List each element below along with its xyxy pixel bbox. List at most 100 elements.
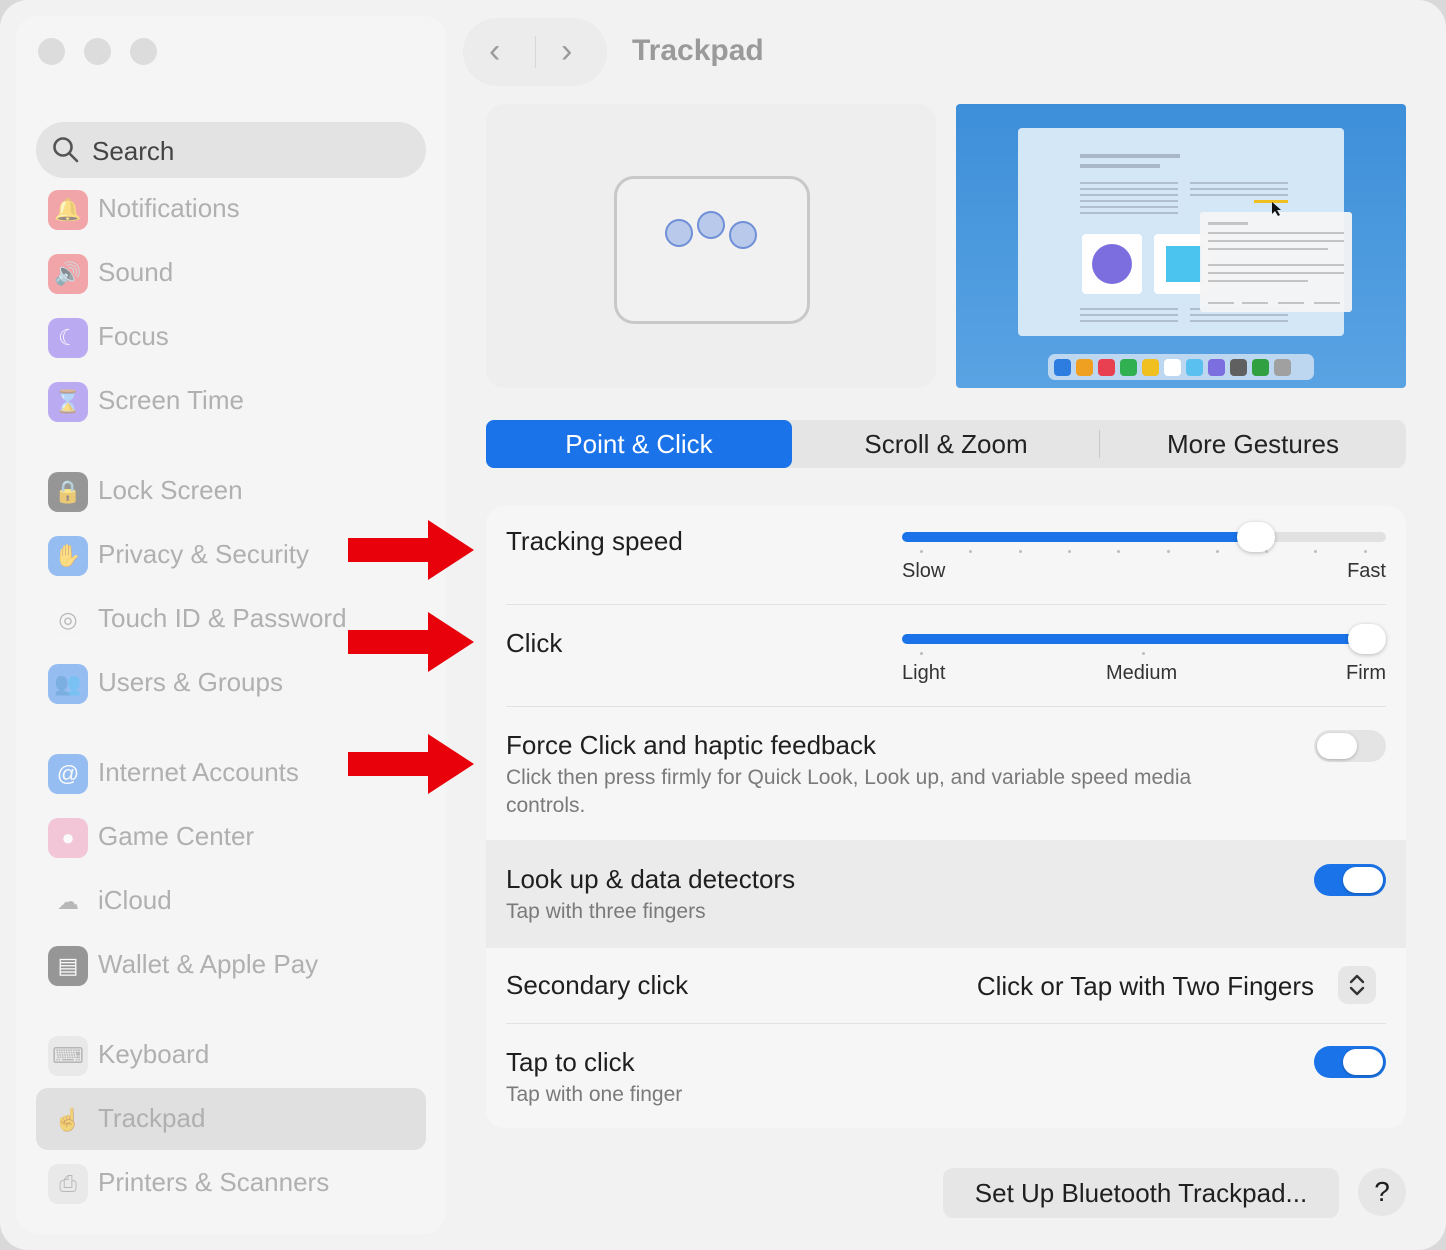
tracking-speed-slider[interactable] bbox=[902, 532, 1386, 542]
slider-tick bbox=[1215, 550, 1219, 553]
click-knob[interactable] bbox=[1348, 624, 1386, 654]
divider bbox=[506, 706, 1386, 707]
sidebar-item-wallet-apple-pay[interactable]: ▤ Wallet & Apple Pay bbox=[36, 934, 426, 996]
sidebar-item-label: Screen Time bbox=[98, 385, 244, 415]
sidebar-item-keyboard[interactable]: ⌨ Keyboard bbox=[36, 1024, 426, 1086]
moon-icon: ☾ bbox=[48, 318, 88, 358]
tab-more-gestures[interactable]: More Gestures bbox=[1100, 420, 1406, 468]
sidebar-item-trackpad[interactable]: ☝ Trackpad bbox=[36, 1088, 426, 1150]
slider-tick bbox=[1067, 550, 1071, 553]
nav-divider bbox=[535, 36, 536, 68]
slider-tick bbox=[1117, 550, 1121, 553]
sidebar-item-label: Trackpad bbox=[98, 1103, 206, 1133]
click-firm-label: Firm bbox=[1346, 662, 1386, 684]
cloud-icon: ☁ bbox=[48, 882, 88, 922]
sidebar-item-icloud[interactable]: ☁ iCloud bbox=[36, 870, 426, 932]
finger-dot bbox=[697, 211, 725, 239]
keyboard-icon: ⌨ bbox=[48, 1036, 88, 1076]
tap-to-click-label: Tap to click bbox=[506, 1047, 635, 1077]
tab-point-click[interactable]: Point & Click bbox=[486, 420, 792, 468]
sidebar-item-label: Touch ID & Password bbox=[98, 603, 347, 633]
lock-icon: 🔒 bbox=[48, 472, 88, 512]
tracking-speed-fill bbox=[902, 532, 1265, 542]
sidebar-item-label: Keyboard bbox=[98, 1039, 210, 1069]
sidebar-item-lock-screen[interactable]: 🔒 Lock Screen bbox=[36, 460, 426, 522]
setup-bluetooth-trackpad-button[interactable]: Set Up Bluetooth Trackpad... bbox=[943, 1168, 1339, 1218]
tab-scroll-zoom[interactable]: Scroll & Zoom bbox=[793, 420, 1099, 468]
slider-min-label: Slow bbox=[902, 560, 946, 582]
annotation-arrow-icon bbox=[348, 612, 474, 672]
search-field[interactable]: Search bbox=[36, 122, 426, 178]
up-down-chevron-icon bbox=[1349, 974, 1365, 996]
secondary-click-value[interactable]: Click or Tap with Two Fingers bbox=[977, 971, 1314, 1002]
sidebar-item-label: Internet Accounts bbox=[98, 757, 299, 787]
zoom-window-button[interactable] bbox=[130, 38, 157, 65]
slider-tick bbox=[969, 550, 973, 553]
sidebar-item-screen-time[interactable]: ⌛ Screen Time bbox=[36, 370, 426, 432]
slider-tick bbox=[1363, 550, 1367, 553]
navigation-buttons: ‹ › bbox=[463, 18, 607, 86]
sidebar-item-printers-scanners[interactable]: ⎙ Printers & Scanners bbox=[36, 1152, 426, 1214]
sidebar-item-label: Wallet & Apple Pay bbox=[98, 949, 319, 979]
slider-tick bbox=[920, 652, 923, 655]
minimize-window-button[interactable] bbox=[84, 38, 111, 65]
sidebar-item-sound[interactable]: 🔊 Sound bbox=[36, 242, 426, 304]
tap-to-click-description: Tap with one finger bbox=[506, 1083, 683, 1106]
settings-group: Tracking speed Slow Fast Click Light Med… bbox=[486, 506, 1406, 1128]
look-up-label: Look up & data detectors bbox=[506, 864, 796, 894]
game-center-icon: ● bbox=[48, 818, 88, 858]
finger-dot bbox=[665, 219, 693, 247]
sidebar-item-label: Notifications bbox=[98, 193, 240, 223]
forward-chevron-icon[interactable]: › bbox=[561, 34, 572, 68]
close-window-button[interactable] bbox=[38, 38, 65, 65]
click-fill bbox=[902, 634, 1386, 644]
back-chevron-icon[interactable]: ‹ bbox=[489, 34, 500, 68]
slider-tick bbox=[1314, 550, 1318, 553]
slider-tick bbox=[1166, 550, 1170, 553]
hourglass-icon: ⌛ bbox=[48, 382, 88, 422]
sidebar-item-label: Lock Screen bbox=[98, 475, 243, 505]
look-up-toggle[interactable] bbox=[1314, 864, 1386, 896]
tap-to-click-toggle[interactable] bbox=[1314, 1046, 1386, 1078]
force-click-toggle[interactable] bbox=[1314, 730, 1386, 762]
divider bbox=[506, 604, 1386, 605]
lookup-preview-image bbox=[1018, 128, 1352, 380]
printer-icon: ⎙ bbox=[48, 1164, 88, 1204]
sidebar-item-notifications[interactable]: 🔔 Notifications bbox=[36, 178, 426, 240]
tracking-speed-label: Tracking speed bbox=[506, 526, 683, 556]
users-icon: 👥 bbox=[48, 664, 88, 704]
secondary-click-label: Secondary click bbox=[506, 970, 689, 1000]
bell-icon: 🔔 bbox=[48, 190, 88, 230]
slider-tick bbox=[1265, 550, 1269, 553]
help-button[interactable]: ? bbox=[1358, 1168, 1406, 1216]
search-icon bbox=[53, 137, 79, 163]
sidebar-item-label: Focus bbox=[98, 321, 169, 351]
sidebar-item-focus[interactable]: ☾ Focus bbox=[36, 306, 426, 368]
slider-tick bbox=[1142, 652, 1145, 655]
sidebar-item-label: Privacy & Security bbox=[98, 539, 309, 569]
force-click-label: Force Click and haptic feedback bbox=[506, 730, 876, 760]
slider-max-label: Fast bbox=[1347, 560, 1386, 582]
speaker-icon: 🔊 bbox=[48, 254, 88, 294]
slider-tick bbox=[1018, 550, 1022, 553]
gesture-preview-video bbox=[956, 104, 1406, 388]
trackpad-icon: ☝ bbox=[48, 1100, 88, 1140]
sidebar-item-label: iCloud bbox=[98, 885, 172, 915]
click-medium-label: Medium bbox=[1106, 662, 1178, 684]
annotation-arrow-icon bbox=[348, 520, 474, 580]
annotation-arrow-icon bbox=[348, 734, 474, 794]
tracking-speed-knob[interactable] bbox=[1236, 522, 1275, 552]
secondary-click-popup-button[interactable] bbox=[1338, 966, 1376, 1004]
divider bbox=[506, 1023, 1386, 1024]
sidebar-item-game-center[interactable]: ● Game Center bbox=[36, 806, 426, 868]
sidebar-item-label: Printers & Scanners bbox=[98, 1167, 330, 1197]
slider-tick bbox=[920, 550, 923, 553]
search-placeholder: Search bbox=[92, 136, 175, 166]
sidebar-item-label: Users & Groups bbox=[98, 667, 283, 697]
at-icon: @ bbox=[48, 754, 88, 794]
look-up-description: Tap with three fingers bbox=[506, 900, 706, 923]
tab-bar: Point & Click Scroll & Zoom More Gesture… bbox=[486, 420, 1406, 468]
fingerprint-icon: ◎ bbox=[48, 600, 88, 640]
sidebar-item-label: Sound bbox=[98, 257, 174, 287]
click-slider[interactable] bbox=[902, 634, 1386, 644]
